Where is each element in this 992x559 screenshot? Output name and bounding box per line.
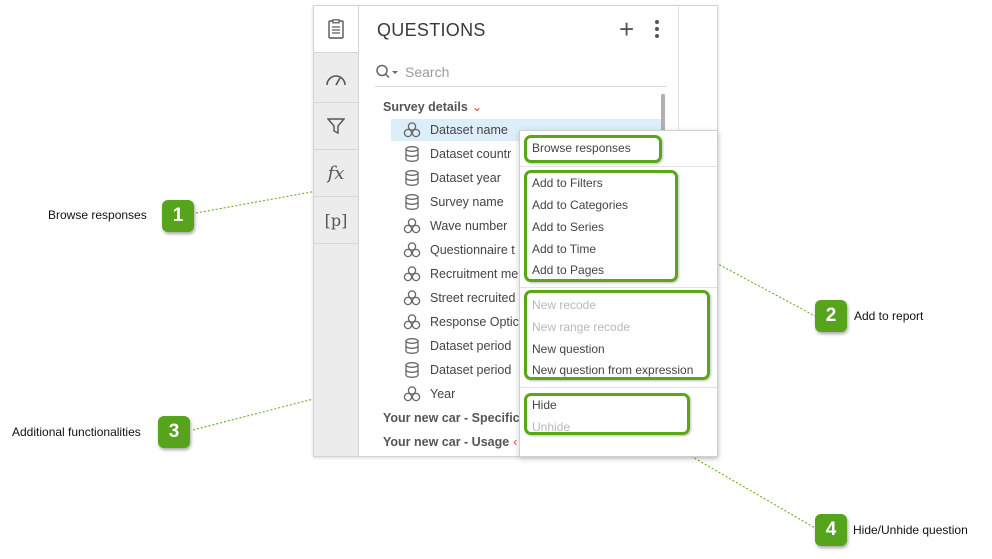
category-icon xyxy=(403,242,421,258)
more-options-icon[interactable] xyxy=(655,20,659,41)
question-label: Recruitment me xyxy=(430,267,519,281)
database-icon xyxy=(405,338,419,354)
category-icon xyxy=(403,266,421,282)
fx-icon[interactable]: fx xyxy=(314,150,358,197)
group-survey-details[interactable]: Survey details ⌄ xyxy=(383,99,482,114)
question-label: Questionnaire t xyxy=(430,243,515,257)
question-label: Dataset name xyxy=(430,123,508,137)
highlight-add-to-report xyxy=(524,170,678,282)
callout-badge-3: 3 xyxy=(158,416,190,448)
filter-icon[interactable] xyxy=(314,103,358,150)
group-your-new-car-specification[interactable]: Your new car - Specifica xyxy=(383,411,527,425)
callout-badge-2: 2 xyxy=(815,300,847,332)
question-label: Street recruited xyxy=(430,291,516,305)
callout-label-2: Add to report xyxy=(854,309,924,323)
question-label: Year xyxy=(430,387,456,401)
question-label: Dataset year xyxy=(430,171,501,185)
question-label: Wave number xyxy=(430,219,508,233)
menu-divider xyxy=(520,387,717,388)
category-icon xyxy=(403,122,421,138)
highlight-browse xyxy=(524,135,662,163)
search-icon xyxy=(376,64,398,79)
database-icon xyxy=(405,146,419,162)
search-placeholder: Search xyxy=(405,64,450,80)
callout-label-3: Additional functionalities xyxy=(12,425,141,439)
highlight-hide-unhide xyxy=(524,393,690,435)
database-icon xyxy=(405,170,419,186)
callout-label-4: Hide/Unhide question xyxy=(853,523,968,537)
highlight-additional xyxy=(524,290,710,380)
question-label: Dataset period xyxy=(430,339,512,353)
parameter-icon[interactable]: [p] xyxy=(314,197,358,244)
question-label: Response Optic xyxy=(430,315,519,329)
question-label: Dataset countr xyxy=(430,147,512,161)
category-icon xyxy=(403,314,421,330)
chevron-down-icon: ⌄ xyxy=(471,100,483,114)
menu-divider xyxy=(520,287,717,288)
category-icon xyxy=(403,290,421,306)
callout-badge-4: 4 xyxy=(815,514,847,546)
chevron-left-icon: ‹ xyxy=(513,435,518,449)
question-label: Dataset period xyxy=(430,363,512,377)
questions-list-icon[interactable] xyxy=(314,6,358,53)
database-icon xyxy=(405,362,419,378)
page-title: QUESTIONS xyxy=(377,20,486,40)
category-icon xyxy=(403,386,421,402)
question-label: Survey name xyxy=(430,195,504,209)
category-icon xyxy=(403,218,421,234)
group-your-new-car-usage[interactable]: Your new car - Usage ‹ xyxy=(383,435,517,449)
side-rail: fx [p] xyxy=(314,6,359,456)
search-input[interactable]: Search xyxy=(375,60,667,87)
menu-divider xyxy=(520,166,717,167)
callout-label-1: Browse responses xyxy=(48,208,147,222)
gauge-icon[interactable] xyxy=(314,56,358,103)
add-icon[interactable]: + xyxy=(619,16,634,42)
database-icon xyxy=(405,194,419,210)
callout-badge-1: 1 xyxy=(162,200,194,232)
